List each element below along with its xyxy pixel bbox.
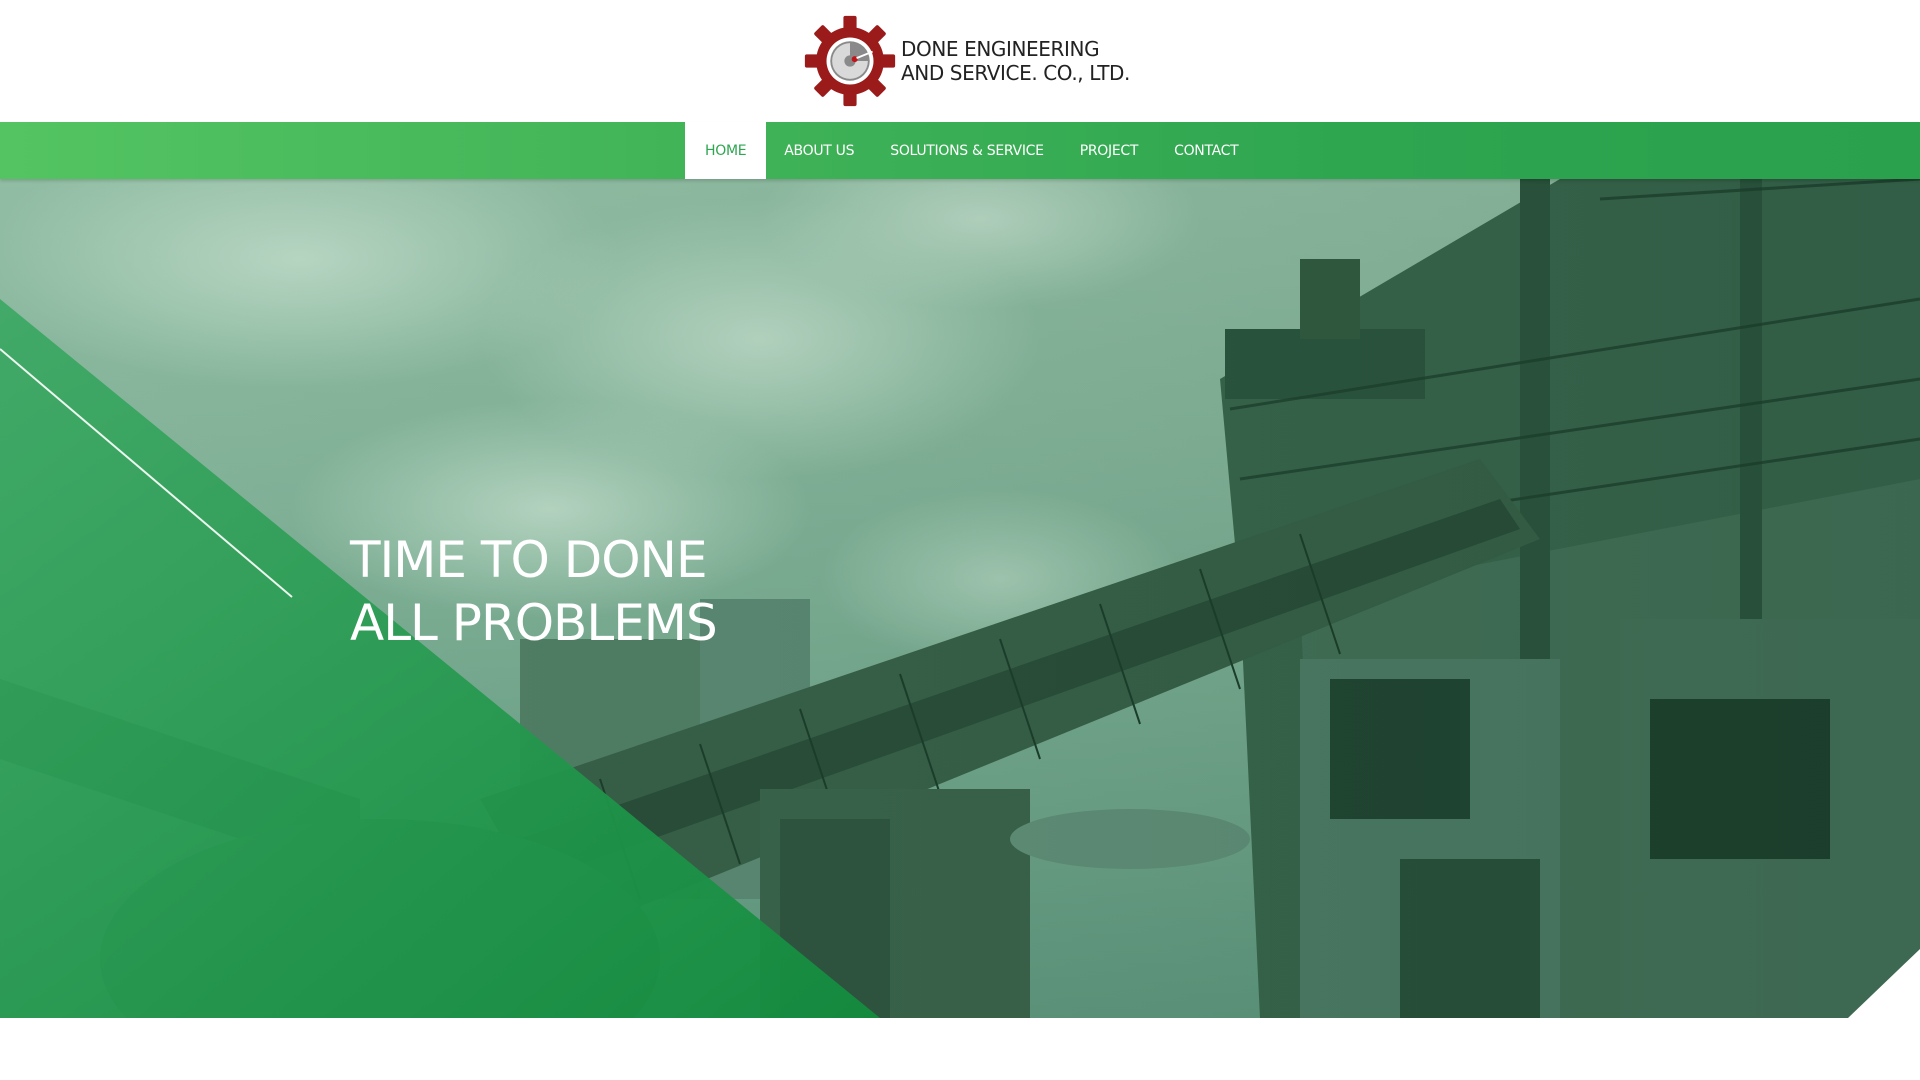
site-header: DONE ENGINEERING AND SERVICE. CO., LTD.: [0, 0, 1920, 122]
nav-item-contact[interactable]: CONTACT: [1156, 122, 1256, 179]
hero-headline-line2: ALL PROBLEMS: [350, 594, 718, 652]
nav-list: HOME ABOUT US SOLUTIONS & SERVICE PROJEC…: [685, 122, 1256, 179]
hero-headline-line1: TIME TO DONE: [350, 531, 708, 589]
gear-logo-icon: [804, 15, 896, 107]
hero-headline: TIME TO DONE ALL PROBLEMS: [350, 529, 718, 655]
brand-name: DONE ENGINEERING AND SERVICE. CO., LTD.: [901, 37, 1130, 85]
brand-name-line1: DONE ENGINEERING: [901, 37, 1100, 61]
nav-item-about-us[interactable]: ABOUT US: [766, 122, 872, 179]
nav-item-project[interactable]: PROJECT: [1062, 122, 1156, 179]
nav-item-home[interactable]: HOME: [685, 122, 767, 179]
hero-background-image: [0, 179, 1920, 1018]
main-nav: HOME ABOUT US SOLUTIONS & SERVICE PROJEC…: [0, 122, 1920, 179]
brand-name-line2: AND SERVICE. CO., LTD.: [901, 61, 1130, 85]
nav-item-solutions-service[interactable]: SOLUTIONS & SERVICE: [872, 122, 1061, 179]
brand-logo[interactable]: DONE ENGINEERING AND SERVICE. CO., LTD.: [803, 14, 1130, 108]
hero-banner: [0, 179, 1920, 1018]
